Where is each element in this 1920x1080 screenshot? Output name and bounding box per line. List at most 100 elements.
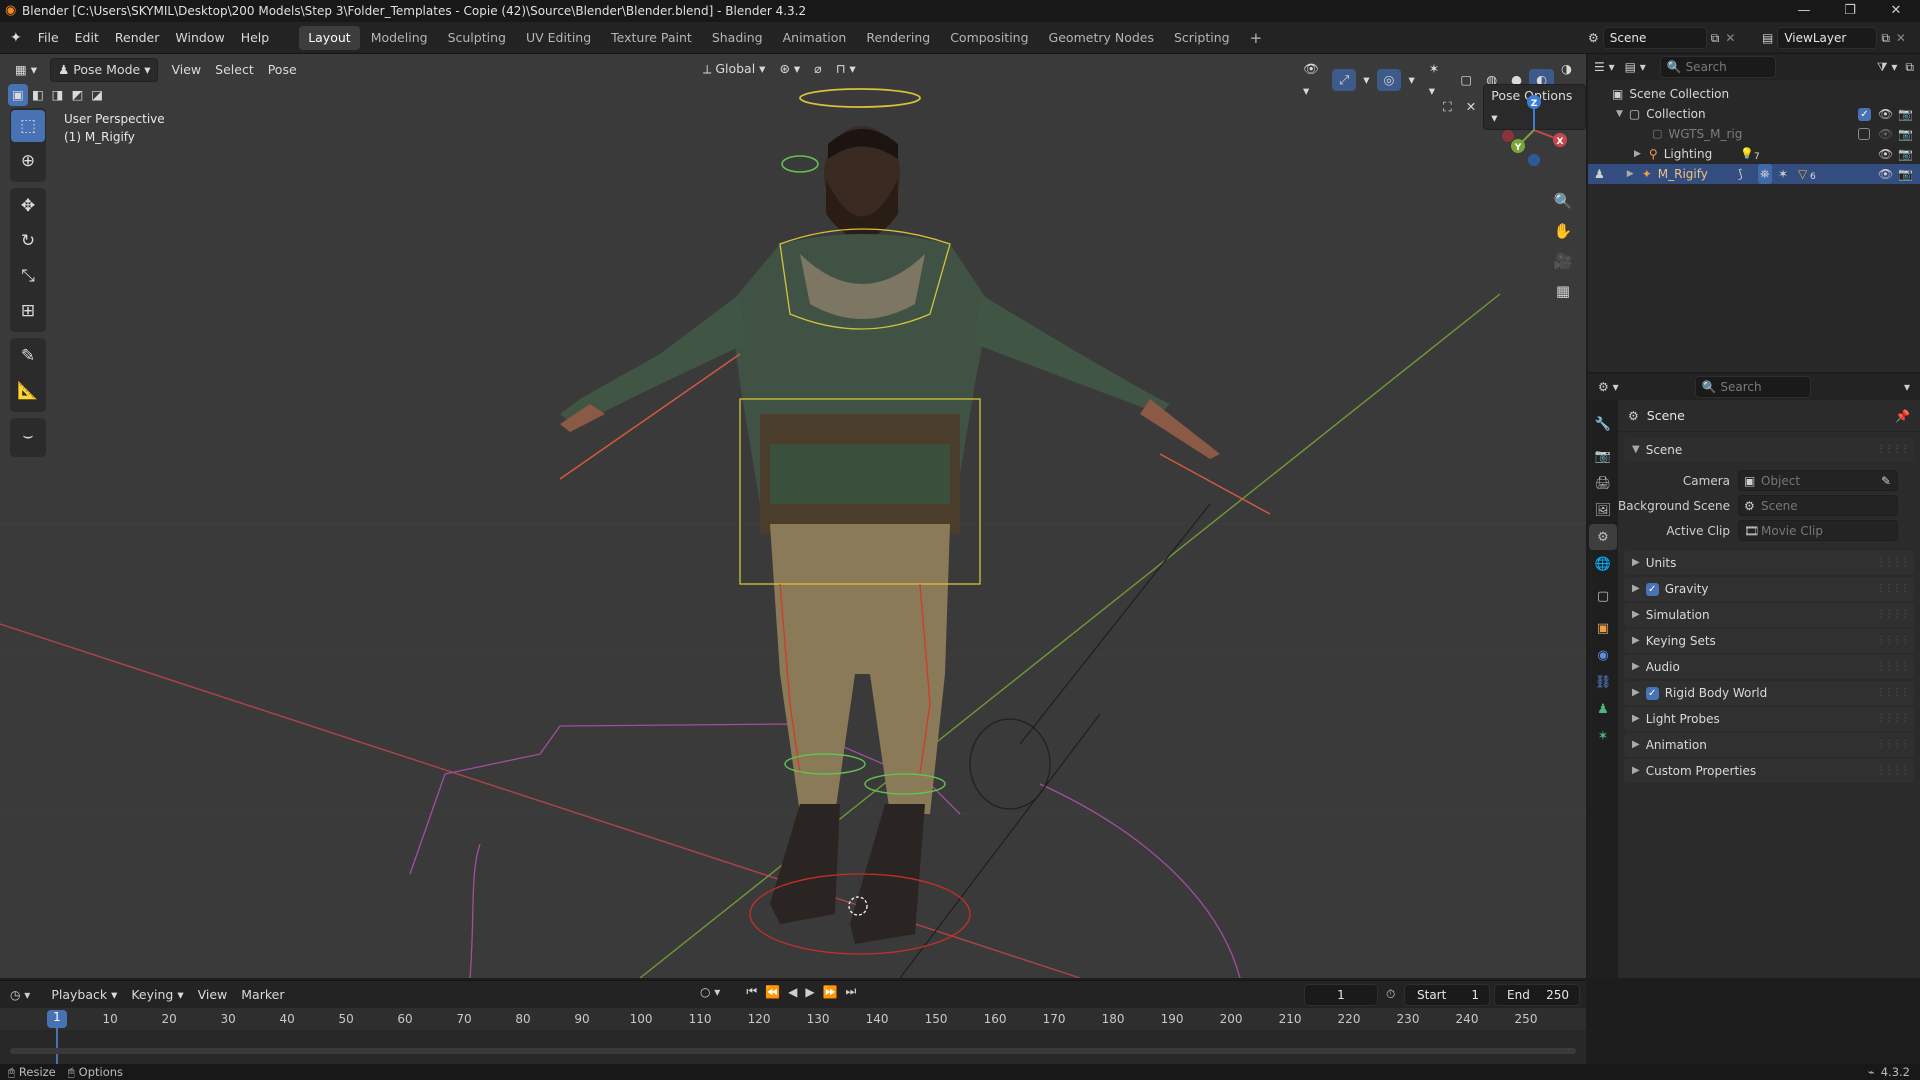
tab-modeling[interactable]: Modeling — [362, 26, 437, 50]
visibility-eye-icon[interactable]: 👁 — [1878, 104, 1893, 124]
tab-texture-paint[interactable]: Texture Paint — [602, 26, 701, 50]
tab-sculpting[interactable]: Sculpting — [439, 26, 515, 50]
preview-range-icon[interactable]: ⏱ — [1386, 987, 1395, 1002]
jump-start-icon[interactable]: ⏮ — [746, 984, 757, 999]
scale-tool-icon[interactable]: ⤡ — [11, 260, 45, 292]
start-frame-field[interactable]: Start 1 — [1404, 984, 1490, 1006]
constraints-tab-icon[interactable]: ⛓ — [1589, 669, 1617, 695]
navigation-gizmo[interactable]: Z X Y — [1494, 90, 1574, 170]
rigid-body-world-checkbox[interactable]: ✓ — [1645, 686, 1659, 700]
panel-rigid-body-world[interactable]: ▶ ✓ Rigid Body World ⋮⋮⋮⋮ — [1624, 681, 1914, 705]
viewlayer-selector[interactable]: ViewLayer — [1777, 27, 1878, 49]
viewport-menu-view[interactable]: View — [164, 59, 208, 81]
minimize-button[interactable]: — — [1782, 0, 1826, 22]
next-keyframe-icon[interactable]: ⏩ — [823, 985, 838, 999]
world-tab-icon[interactable]: 🌐 — [1589, 551, 1617, 577]
wgts-include-checkbox[interactable] — [1858, 128, 1870, 140]
blender-menu-icon[interactable]: ✦ — [10, 30, 22, 46]
visibility-eye-icon[interactable]: 👁 — [1878, 124, 1893, 144]
camera-view-icon[interactable]: 🎥 — [1550, 248, 1576, 274]
render-camera-icon[interactable]: 📷 — [1898, 164, 1913, 184]
visibility-icon[interactable]: 👁 ▾ — [1296, 58, 1332, 102]
properties-options-icon[interactable]: ▾ — [1904, 380, 1910, 394]
remove-scene-icon[interactable]: ✕ — [1725, 31, 1735, 45]
remove-viewlayer-icon[interactable]: ✕ — [1896, 31, 1906, 45]
move-tool-icon[interactable]: ✥ — [11, 190, 45, 222]
menu-file[interactable]: File — [30, 22, 67, 54]
collection-tab-icon[interactable]: ▢ — [1589, 583, 1617, 609]
xray-pose-icon[interactable]: ⛶ — [1436, 96, 1459, 118]
jump-end-icon[interactable]: ⏭ — [846, 984, 857, 999]
tab-shading[interactable]: Shading — [703, 26, 772, 50]
pivot-point-icon[interactable]: ⊛ ▾ — [772, 58, 807, 80]
transform-orientation-selector[interactable]: ⟂ Global ▾ — [696, 58, 772, 80]
render-tab-icon[interactable]: 📷 — [1589, 443, 1617, 469]
pan-hand-icon[interactable]: ✋ — [1550, 218, 1576, 244]
timeline-scrollbar[interactable] — [10, 1048, 1576, 1054]
tab-geometry-nodes[interactable]: Geometry Nodes — [1040, 26, 1163, 50]
editor-type-button[interactable]: ▦ ▾ — [8, 59, 44, 81]
panel-light-probes[interactable]: ▶ Light Probes ⋮⋮⋮⋮ — [1624, 707, 1914, 731]
ortho-grid-icon[interactable]: ▦ — [1550, 278, 1576, 304]
menu-window[interactable]: Window — [167, 22, 232, 54]
output-tab-icon[interactable]: 🖨 — [1589, 470, 1617, 496]
render-camera-icon[interactable]: 📷 — [1898, 124, 1913, 144]
menu-render[interactable]: Render — [107, 22, 168, 54]
camera-field[interactable]: ▣ Object ✎ — [1738, 470, 1898, 491]
timeline-menu-keying[interactable]: Keying ▾ — [124, 984, 190, 1006]
add-workspace-button[interactable]: + — [1241, 26, 1272, 50]
timeline-menu-marker[interactable]: Marker — [234, 984, 291, 1006]
select-invert-icon[interactable]: ◩ — [67, 84, 87, 106]
eyedropper-icon[interactable]: ✎ — [1881, 471, 1891, 492]
new-viewlayer-icon[interactable]: ⧉ — [1881, 31, 1890, 46]
visibility-eye-icon[interactable]: 👁 — [1878, 164, 1893, 184]
3d-viewport[interactable]: ▦ ▾ ♟ Pose Mode ▾ View Select Pose ⟂ Glo… — [0, 54, 1586, 978]
play-icon[interactable]: ▶ — [805, 985, 814, 999]
tab-compositing[interactable]: Compositing — [941, 26, 1037, 50]
rotate-tool-icon[interactable]: ↻ — [11, 225, 45, 257]
display-mode-icon[interactable]: ▤ ▾ — [1625, 60, 1646, 74]
panel-audio[interactable]: ▶ Audio ⋮⋮⋮⋮ — [1624, 655, 1914, 679]
auto-keying-icon[interactable]: ○ ▾ — [700, 985, 720, 999]
armature-data-tab-icon[interactable]: ♟ — [1589, 696, 1617, 722]
panel-units[interactable]: ▶ Units ⋮⋮⋮⋮ — [1624, 551, 1914, 575]
viewport-menu-select[interactable]: Select — [208, 59, 261, 81]
gravity-checkbox[interactable]: ✓ — [1645, 582, 1659, 596]
tab-uv-editing[interactable]: UV Editing — [517, 26, 600, 50]
collection-include-checkbox[interactable]: ✓ — [1858, 108, 1871, 121]
properties-search-input[interactable]: 🔍 Search — [1694, 376, 1811, 398]
select-box-tool-icon[interactable]: ⬚ — [11, 110, 45, 142]
physics-tab-icon[interactable]: ◉ — [1589, 642, 1617, 668]
view-layer-tab-icon[interactable]: 🖼 — [1589, 497, 1617, 523]
select-new-icon[interactable]: ▣ — [8, 84, 28, 106]
tool-tab-icon[interactable]: 🔧 — [1589, 411, 1617, 437]
scene-selector[interactable]: Scene — [1602, 27, 1707, 49]
panel-gravity[interactable]: ▶ ✓ Gravity ⋮⋮⋮⋮ — [1624, 577, 1914, 601]
timeline-editor-icon[interactable]: ◷ ▾ — [10, 988, 30, 1002]
select-subtract-icon[interactable]: ◨ — [48, 84, 68, 106]
tab-rendering[interactable]: Rendering — [857, 26, 939, 50]
expand-chevron-icon[interactable]: ▶ — [1634, 144, 1641, 164]
panel-animation[interactable]: ▶ Animation ⋮⋮⋮⋮ — [1624, 733, 1914, 757]
object-tab-icon[interactable]: ▣ — [1589, 615, 1617, 641]
annotate-tool-icon[interactable]: ✎ — [11, 340, 45, 372]
bone-tab-icon[interactable]: ✶ — [1589, 723, 1617, 749]
end-frame-field[interactable]: End 250 — [1494, 984, 1580, 1006]
select-extend-icon[interactable]: ◧ — [28, 84, 48, 106]
new-scene-icon[interactable]: ⧉ — [1711, 31, 1720, 46]
zoom-icon[interactable]: 🔍 — [1550, 188, 1576, 214]
current-frame-field[interactable]: 1 — [1304, 984, 1378, 1006]
render-camera-icon[interactable]: 📷 — [1898, 104, 1913, 124]
outliner-search-input[interactable]: 🔍 Search — [1659, 56, 1776, 78]
panel-keying-sets[interactable]: ▶ Keying Sets ⋮⋮⋮⋮ — [1624, 629, 1914, 653]
render-camera-icon[interactable]: 📷 — [1898, 144, 1913, 164]
menu-help[interactable]: Help — [233, 22, 278, 54]
outliner-row-wgts[interactable]: ▢ WGTS_M_rig 👁 📷 — [1588, 124, 1920, 144]
play-reverse-icon[interactable]: ◀ — [788, 985, 797, 999]
menu-edit[interactable]: Edit — [67, 22, 107, 54]
background-scene-field[interactable]: ⚙ Scene — [1738, 495, 1898, 516]
gizmo-toggle-icon[interactable]: ⤢ — [1332, 69, 1357, 91]
pin-icon[interactable]: 📌 — [1895, 409, 1910, 423]
panel-simulation[interactable]: ▶ Simulation ⋮⋮⋮⋮ — [1624, 603, 1914, 627]
mode-selector[interactable]: ♟ Pose Mode ▾ — [50, 58, 159, 82]
